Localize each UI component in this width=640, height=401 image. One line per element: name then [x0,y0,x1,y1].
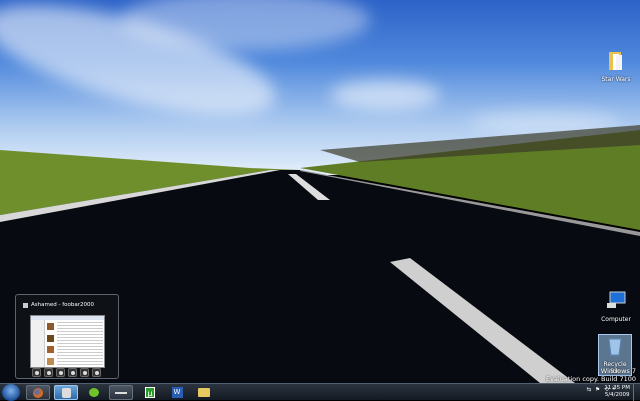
firefox-icon [33,387,43,398]
app-icon [115,391,127,394]
show-desktop-button[interactable] [633,384,640,401]
play-button[interactable] [56,368,65,377]
pause-button[interactable] [44,368,53,377]
utorrent-icon: µ [145,387,155,398]
word-icon: W [171,387,183,398]
clock[interactable]: 11:35 PM 5/4/2009 [604,385,630,399]
taskbar-item-word[interactable]: W [165,385,189,400]
network-icon[interactable]: ⇆ [587,387,592,393]
taskbar-item-firefox[interactable] [26,385,50,400]
preview-media-controls [32,368,101,377]
green-app-icon [89,388,99,397]
desktop-icon-star-wars[interactable]: Star Wars [594,50,638,83]
action-center-flag-icon[interactable]: ⚑ [595,387,600,393]
taskbar-item-app[interactable] [109,385,133,400]
recycle-bin-icon [608,338,622,356]
previous-button[interactable] [68,368,77,377]
clock-date: 5/4/2009 [604,392,630,398]
taskbar-thumbnail-preview[interactable]: Ashamed - foobar2000 [15,294,119,379]
watermark-version: Windows 7 [600,367,636,375]
preview-thumbnail[interactable] [30,315,105,368]
folder-icon [609,52,622,70]
taskbar-item-green-app[interactable] [82,385,106,400]
desktop-icon-label: Computer [601,316,631,323]
random-button[interactable] [92,368,101,377]
next-button[interactable] [80,368,89,377]
taskbar-item-foobar2000[interactable] [54,385,78,400]
stop-button[interactable] [32,368,41,377]
preview-title: Ashamed - foobar2000 [23,302,94,308]
preview-title-text: Ashamed - foobar2000 [31,302,94,308]
start-button[interactable] [2,384,20,401]
foobar-icon [23,302,28,308]
computer-icon [607,291,626,308]
watermark-build: Evaluation copy. Build 7100 [545,375,636,383]
desktop-icon-label: Star Wars [601,76,631,83]
taskbar-item-utorrent[interactable]: µ [138,385,162,400]
desktop-icon-computer[interactable]: Computer [594,290,638,323]
taskbar: µ W ⇆ ⚑ ⟲ 🔈︎ 11:35 PM 5/4/2009 [0,383,640,401]
foobar-icon [61,387,71,398]
clock-time: 11:35 PM [604,385,630,391]
taskbar-item-explorer[interactable] [192,385,216,400]
explorer-folder-icon [198,388,210,397]
